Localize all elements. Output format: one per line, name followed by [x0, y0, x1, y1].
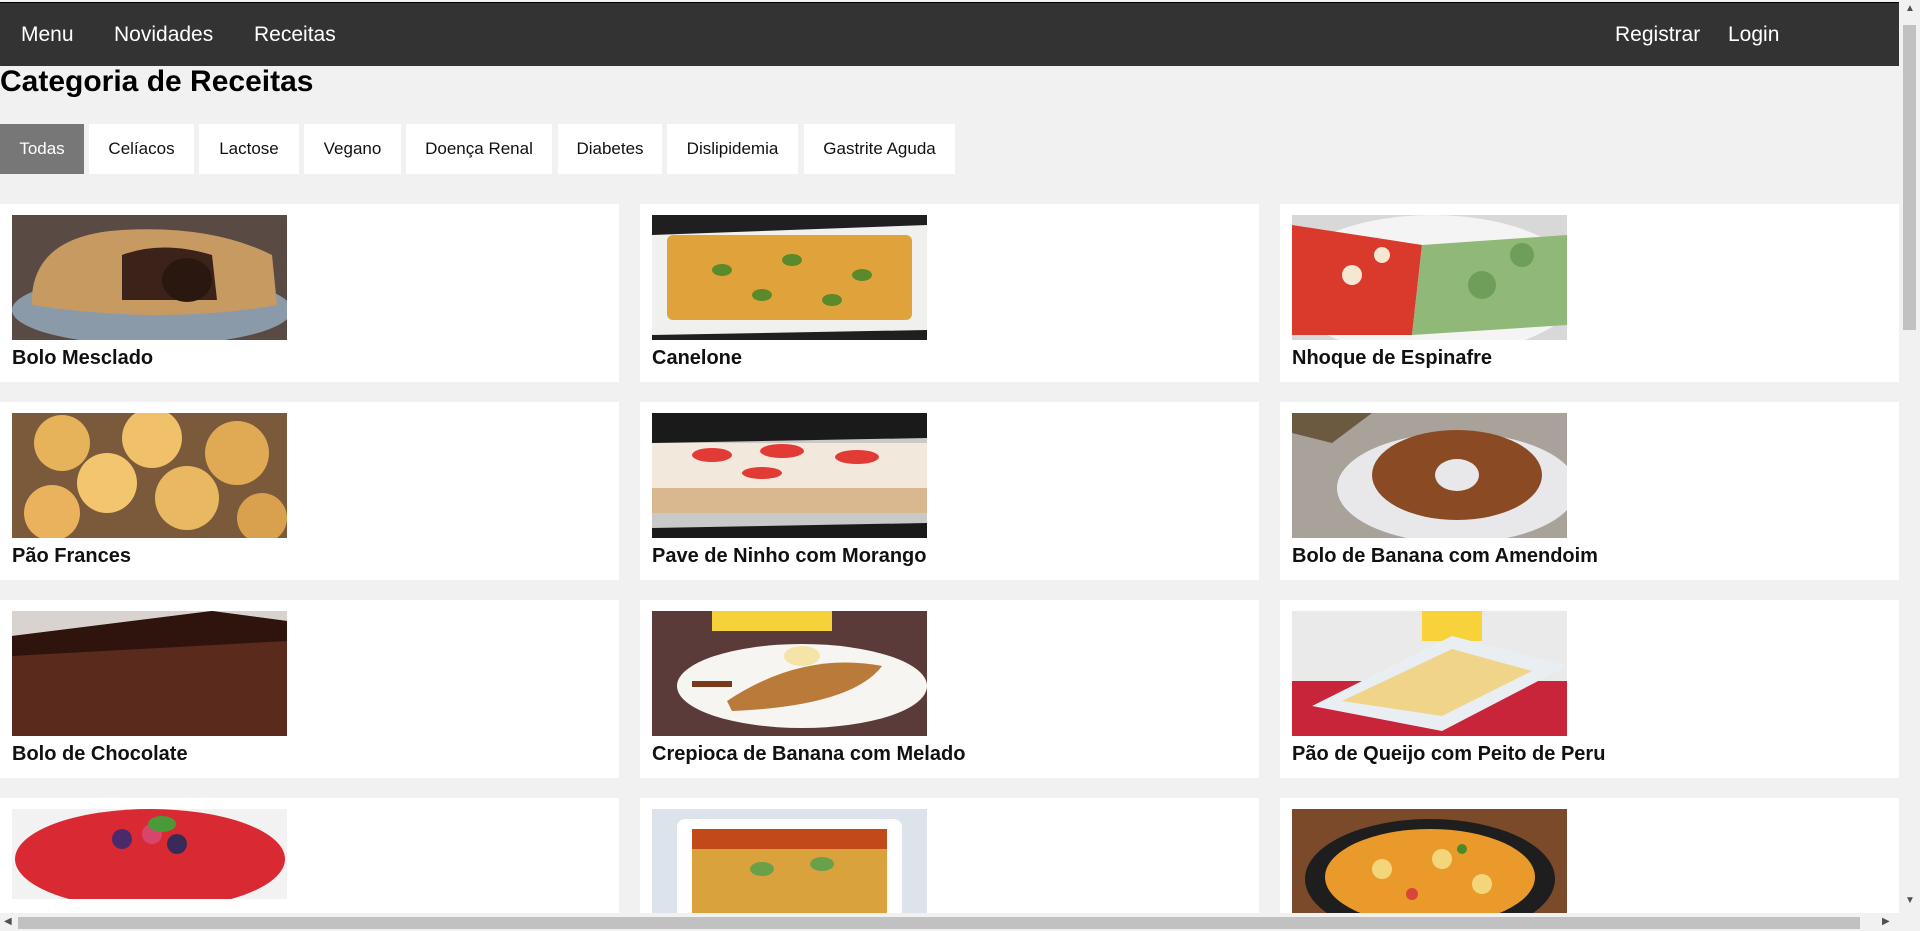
horizontal-scroll-thumb[interactable]	[18, 917, 1860, 929]
tab-todas[interactable]: Todas	[0, 124, 84, 174]
moqueca-photo[interactable]	[1292, 809, 1567, 913]
chocolate-cake-photo[interactable]	[12, 611, 287, 736]
recipe-card[interactable]: Nhoque de Espinafre	[1280, 204, 1899, 382]
scroll-down-icon[interactable]: ▼	[1905, 896, 1915, 906]
cheese-bread-turkey-photo[interactable]	[1292, 611, 1567, 736]
horizontal-scrollbar[interactable]: ◀ ▶	[0, 913, 1920, 931]
top-navigation: Menu Novidades Receitas Registrar Login	[0, 2, 1899, 66]
scroll-right-icon[interactable]: ▶	[1882, 917, 1890, 927]
nav-receitas-link[interactable]: Receitas	[233, 3, 357, 66]
recipe-name[interactable]: Canelone	[652, 347, 742, 370]
recipe-name[interactable]: Bolo de Chocolate	[12, 743, 188, 766]
recipe-name[interactable]: Pão Frances	[12, 545, 131, 568]
recipe-grid: Bolo Mesclado Canelone Nhoque de Espinaf…	[0, 204, 1899, 913]
nav-registrar-link[interactable]: Registrar	[1594, 3, 1721, 66]
spinach-gnocchi-photo[interactable]	[1292, 215, 1567, 340]
recipe-card[interactable]	[1280, 798, 1899, 913]
recipe-card[interactable]: Canelone	[640, 204, 1259, 382]
page-title: Categoria de Receitas	[0, 65, 314, 98]
banana-peanut-cake-photo[interactable]	[1292, 413, 1567, 538]
strawberry-pave-photo[interactable]	[652, 413, 927, 538]
recipe-name[interactable]: Pão de Queijo com Peito de Peru	[1292, 743, 1605, 766]
recipe-card[interactable]: Bolo Mesclado	[0, 204, 619, 382]
berry-dessert-photo[interactable]	[12, 809, 287, 913]
recipe-name[interactable]: Pave de Ninho com Morango	[652, 545, 926, 568]
recipe-name[interactable]: Bolo de Banana com Amendoim	[1292, 545, 1598, 568]
cannelloni-photo[interactable]	[652, 215, 927, 340]
french-bread-photo[interactable]	[12, 413, 287, 538]
tab-gastrite-aguda[interactable]: Gastrite Aguda	[804, 124, 955, 174]
vertical-scroll-thumb[interactable]	[1903, 25, 1916, 330]
tab-lactose[interactable]: Lactose	[199, 124, 299, 174]
recipe-card[interactable]: Crepioca de Banana com Melado	[640, 600, 1259, 778]
scroll-up-icon[interactable]: ▲	[1905, 4, 1915, 14]
recipe-name[interactable]: Bolo Mesclado	[12, 347, 153, 370]
nav-novidades-link[interactable]: Novidades	[93, 3, 234, 66]
nav-menu-link[interactable]: Menu	[0, 3, 95, 66]
recipe-card[interactable]: Pão de Queijo com Peito de Peru	[1280, 600, 1899, 778]
recipe-card[interactable]	[0, 798, 619, 913]
tab-doenca-renal[interactable]: Doença Renal	[406, 124, 552, 174]
banana-crepioca-photo[interactable]	[652, 611, 927, 736]
recipe-card[interactable]: Pão Frances	[0, 402, 619, 580]
scroll-left-icon[interactable]: ◀	[4, 917, 12, 927]
recipe-card[interactable]: Pave de Ninho com Morango	[640, 402, 1259, 580]
recipe-name[interactable]: Nhoque de Espinafre	[1292, 347, 1492, 370]
recipe-card[interactable]	[640, 798, 1259, 913]
tab-diabetes[interactable]: Diabetes	[558, 124, 662, 174]
tab-vegano[interactable]: Vegano	[304, 124, 401, 174]
recipe-card[interactable]: Bolo de Chocolate	[0, 600, 619, 778]
recipe-card[interactable]: Bolo de Banana com Amendoim	[1280, 402, 1899, 580]
tab-celiacos[interactable]: Celíacos	[89, 124, 194, 174]
nav-login-link[interactable]: Login	[1707, 3, 1800, 66]
lasagna-photo[interactable]	[652, 809, 927, 913]
marble-cake-photo[interactable]	[12, 215, 287, 340]
recipe-name[interactable]: Crepioca de Banana com Melado	[652, 743, 965, 766]
tab-dislipidemia[interactable]: Dislipidemia	[667, 124, 798, 174]
vertical-scrollbar[interactable]: ▲ ▼	[1899, 0, 1920, 913]
